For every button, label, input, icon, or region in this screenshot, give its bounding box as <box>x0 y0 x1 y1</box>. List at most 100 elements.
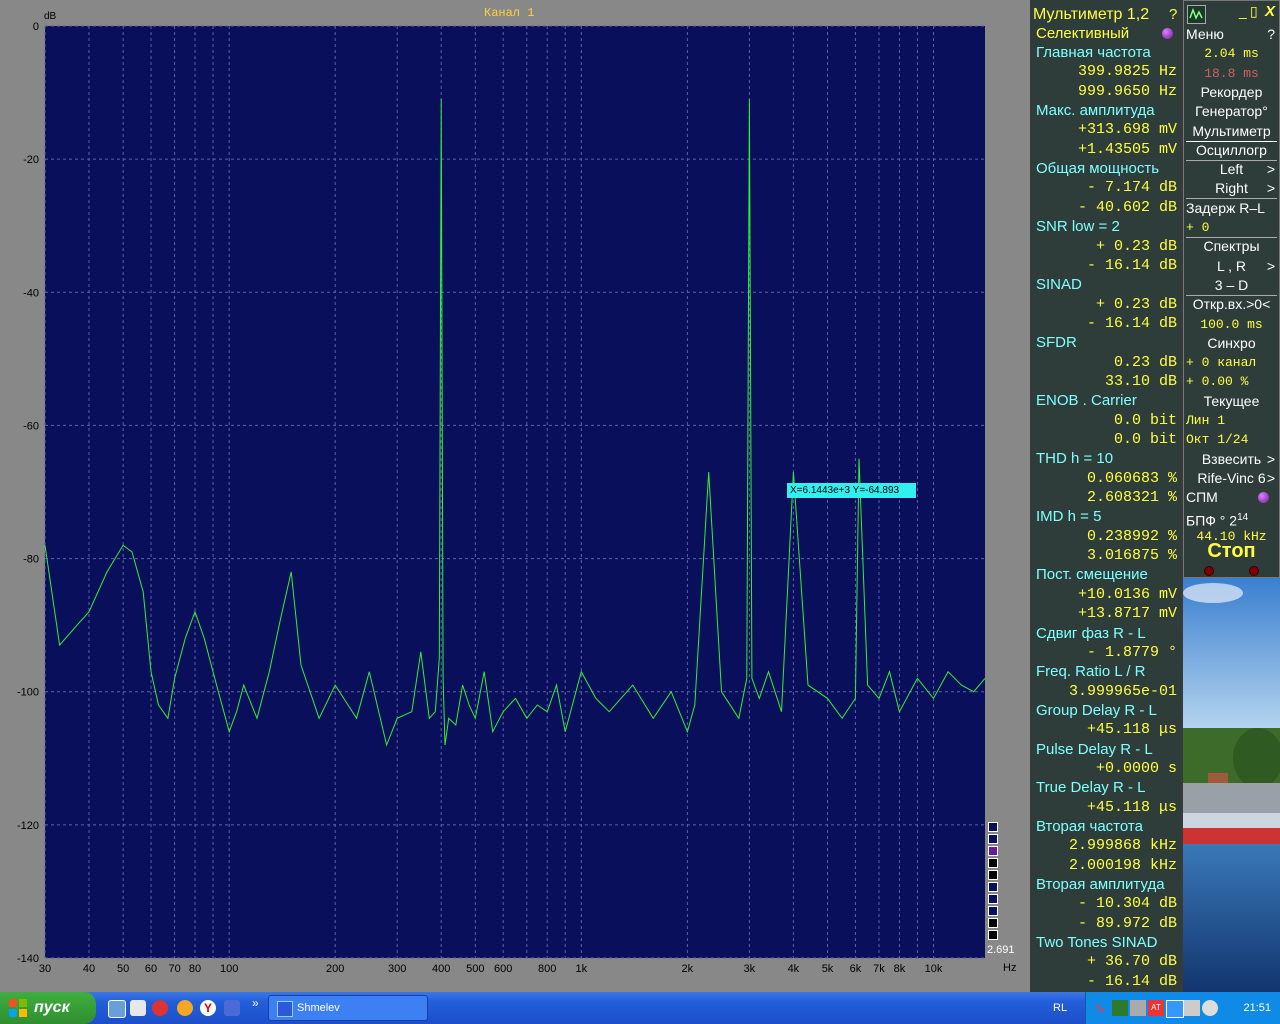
measurement-label[interactable]: Вторая амплитуда <box>1031 875 1186 894</box>
menu-item[interactable]: 2.04 ms <box>1186 44 1277 63</box>
menu-item[interactable]: БПФ ° 214 <box>1186 508 1277 529</box>
close-button[interactable]: X <box>1265 3 1275 20</box>
x-tick-label: 40 <box>83 963 95 975</box>
measurement-label[interactable]: THD h = 10 <box>1031 449 1186 468</box>
quicklaunch-chevron-icon[interactable]: » <box>252 996 259 1010</box>
start-button[interactable]: пуск <box>0 992 96 1024</box>
x-tick-label: 2k <box>682 963 694 975</box>
x-tick-label: 1k <box>576 963 588 975</box>
trace-color-swatch[interactable] <box>988 918 998 928</box>
measurement-label[interactable]: Вторая частота <box>1031 817 1186 836</box>
taskbar: пуск Y » Shmelev RL ∿ AT 21:51 <box>0 992 1280 1024</box>
avast-icon[interactable] <box>177 1000 193 1016</box>
measurement-label[interactable]: Макс. амплитуда <box>1031 101 1186 120</box>
measurement-label[interactable]: Two Tones SINAD <box>1031 933 1186 952</box>
speaker-icon[interactable] <box>1202 1000 1218 1016</box>
menu-item-label: Взвесить <box>1201 450 1262 467</box>
y-tick-label: -80 <box>23 554 39 566</box>
trace-color-swatch[interactable] <box>988 822 998 832</box>
menu-item[interactable]: Задерж R–L <box>1186 199 1277 218</box>
menu-item[interactable]: Меню? <box>1186 25 1277 44</box>
measurement-label[interactable]: True Delay R - L <box>1031 778 1186 797</box>
x-tick-label: 100 <box>220 963 238 975</box>
right-status-led-icon <box>1249 566 1259 576</box>
measurement-value: + 36.70 dB <box>1086 953 1177 971</box>
mode-indicator-icon[interactable] <box>1162 28 1173 39</box>
multimeter-help-button[interactable]: ? <box>1169 5 1181 24</box>
menu-item[interactable]: Окт 1/24 <box>1186 430 1277 449</box>
trace-color-swatch[interactable] <box>988 930 998 940</box>
app-quicklaunch-icon[interactable] <box>224 1000 240 1016</box>
psd-toggle-icon[interactable] <box>1258 492 1269 504</box>
menu-item[interactable]: Мультиметр <box>1186 122 1277 142</box>
sound-wave-icon[interactable]: ∿ <box>1094 1000 1110 1016</box>
menu-item[interactable]: Лин 1 <box>1186 411 1277 430</box>
measurement-label[interactable]: ENOB . Carrier <box>1031 391 1186 410</box>
language-indicator[interactable]: RL <box>1053 992 1067 1024</box>
left-status-led-icon <box>1204 566 1214 576</box>
trace-color-swatch[interactable] <box>988 894 998 904</box>
measurement-label[interactable]: SFDR <box>1031 333 1186 352</box>
measurement-label[interactable]: Главная частота <box>1031 43 1186 62</box>
trace-color-swatch[interactable] <box>988 870 998 880</box>
measurement-label[interactable]: Freq. Ratio L / R <box>1031 662 1186 681</box>
measurement-label[interactable]: IMD h = 5 <box>1031 507 1186 526</box>
menu-item[interactable]: Left > <box>1186 160 1277 179</box>
yandex-icon[interactable]: Y <box>200 1000 216 1016</box>
measurement-label[interactable]: Пост. смещение <box>1031 565 1186 584</box>
menu-item[interactable]: Генератор° <box>1186 102 1277 121</box>
taskbar-window-label: Shmelev <box>297 1002 340 1014</box>
trace-color-swatch[interactable] <box>988 882 998 892</box>
measurement-value: +45.118 μs <box>1086 798 1177 816</box>
spectrum-tray-icon[interactable] <box>1112 1000 1128 1016</box>
stop-button[interactable]: Стоп <box>1186 540 1277 564</box>
menu-item[interactable]: Текущее <box>1186 392 1277 411</box>
menu-item[interactable]: + 0 канал <box>1186 353 1277 372</box>
measurement-value: 0.23 dB <box>1113 353 1177 371</box>
menu-item[interactable]: 18.8 ms <box>1186 64 1277 83</box>
taskbar-window-shmelev[interactable]: Shmelev <box>268 995 428 1021</box>
measurement-label[interactable]: SINAD <box>1031 275 1186 294</box>
windows-logo-icon <box>9 999 27 1017</box>
usb-icon[interactable] <box>1184 1000 1200 1016</box>
menu-item[interactable]: Rife-Vinc 6 > <box>1186 469 1277 488</box>
minimize-button[interactable]: _ <box>1239 3 1247 19</box>
menu-item[interactable]: L , R > <box>1186 257 1277 276</box>
menu-item[interactable]: + 0 <box>1186 218 1277 237</box>
measurement-value: 0.0 bit <box>1113 431 1177 448</box>
menu-item[interactable]: Рекордер <box>1186 83 1277 102</box>
antivirus-icon[interactable]: AT <box>1148 1000 1164 1016</box>
trace-color-swatch[interactable] <box>988 846 998 856</box>
menu-item[interactable]: Синхро <box>1186 334 1277 353</box>
y-tick-label: -120 <box>17 820 39 832</box>
show-desktop-icon[interactable] <box>108 1000 126 1018</box>
menu-item[interactable]: Осциллогр <box>1186 141 1277 160</box>
measurement-label[interactable]: Общая мощность <box>1031 159 1186 178</box>
trace-color-swatch[interactable] <box>988 906 998 916</box>
network-icon[interactable] <box>1130 1000 1146 1016</box>
opera-icon[interactable] <box>152 1000 168 1016</box>
measurement-label[interactable]: Pulse Delay R - L <box>1031 740 1186 759</box>
notepad-icon[interactable] <box>130 1000 146 1016</box>
trace-color-swatch[interactable] <box>988 858 998 868</box>
menu-item[interactable]: Спектры <box>1186 237 1277 256</box>
measurement-label[interactable]: Сдвиг фаз R - L <box>1031 624 1186 643</box>
menu-item-label: Right <box>1215 180 1248 197</box>
menu-item[interactable]: СПМ <box>1186 488 1277 507</box>
trace-color-swatch[interactable] <box>988 834 998 844</box>
menu-item[interactable]: + 0.00 % <box>1186 372 1277 391</box>
measurement-label[interactable]: SNR low = 2 <box>1031 217 1186 236</box>
menu-item[interactable]: 100.0 ms <box>1186 315 1277 334</box>
measurement-value: 2.608321 % <box>1086 489 1177 507</box>
measurement-label[interactable]: Group Delay R - L <box>1031 701 1186 720</box>
menu-item[interactable]: 3 – D <box>1186 276 1277 295</box>
measurement-value: 0.060683 % <box>1086 469 1177 487</box>
menu-item-label: Окт 1/24 <box>1186 432 1249 448</box>
menu-item[interactable]: Откр.вх.>0< <box>1186 295 1277 314</box>
monitor-icon[interactable] <box>1166 1000 1184 1018</box>
restore-button[interactable]: ▯ <box>1250 3 1258 20</box>
menu-item[interactable]: Взвесить > <box>1186 450 1277 469</box>
clock[interactable]: 21:51 <box>1243 992 1271 1024</box>
x-tick-label: 30 <box>39 963 51 975</box>
menu-item[interactable]: Right > <box>1186 179 1277 198</box>
